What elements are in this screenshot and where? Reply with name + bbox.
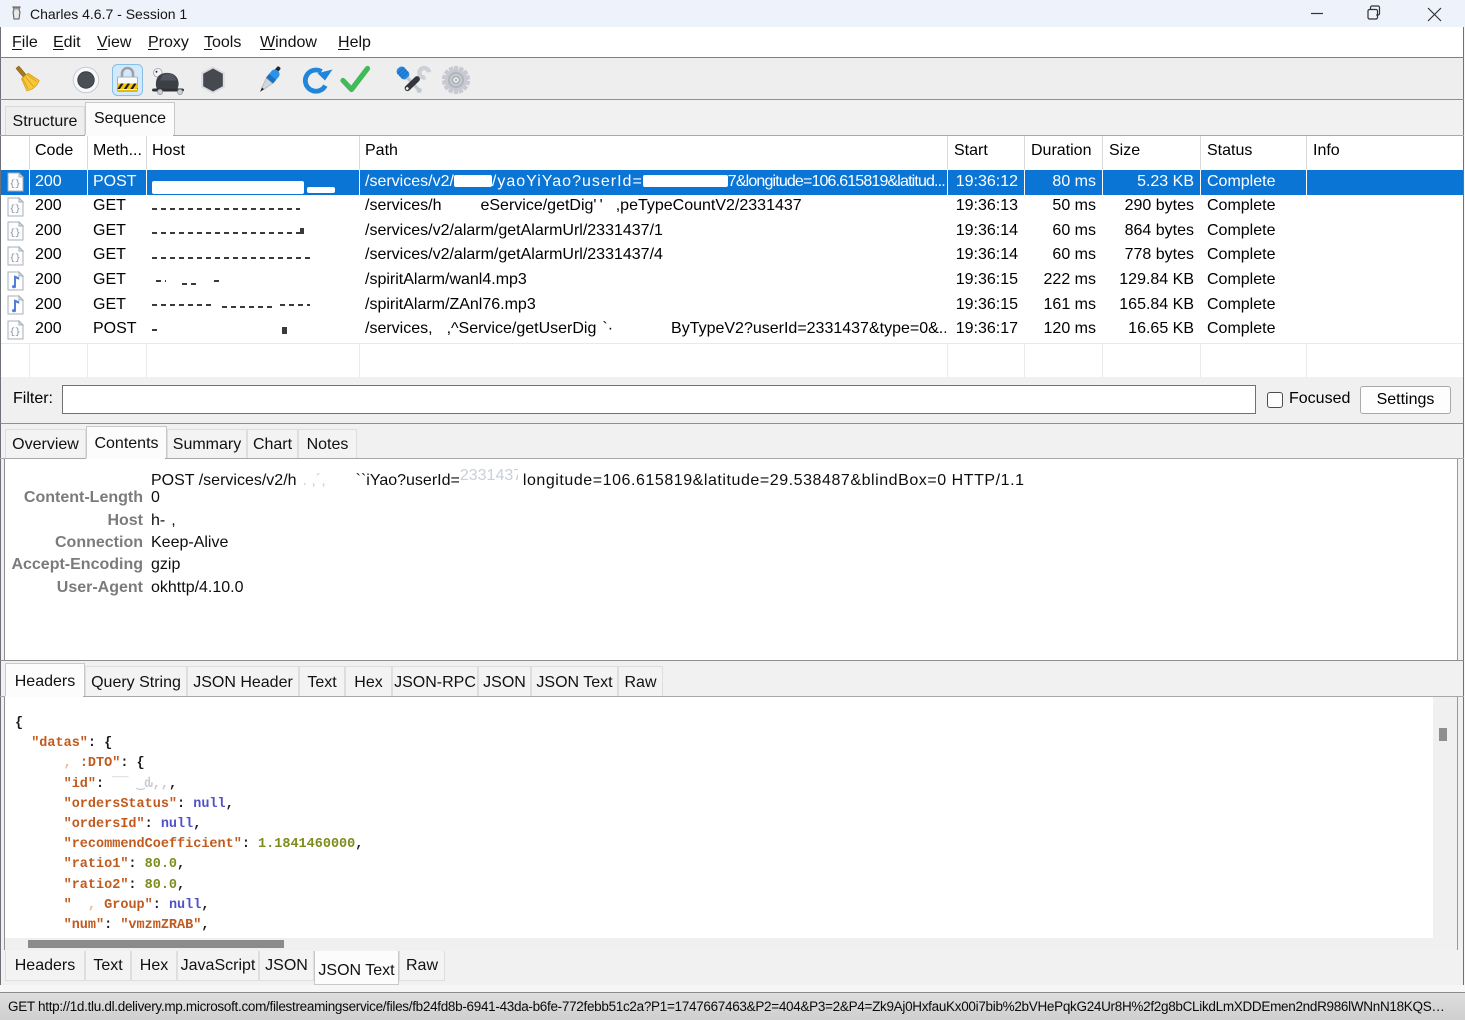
svg-text:{}: {}	[10, 204, 21, 214]
svg-text:{}: {}	[10, 179, 21, 189]
svg-text:{}: {}	[10, 253, 21, 263]
svg-text:{}: {}	[10, 327, 21, 337]
svg-text:{}: {}	[10, 228, 21, 238]
